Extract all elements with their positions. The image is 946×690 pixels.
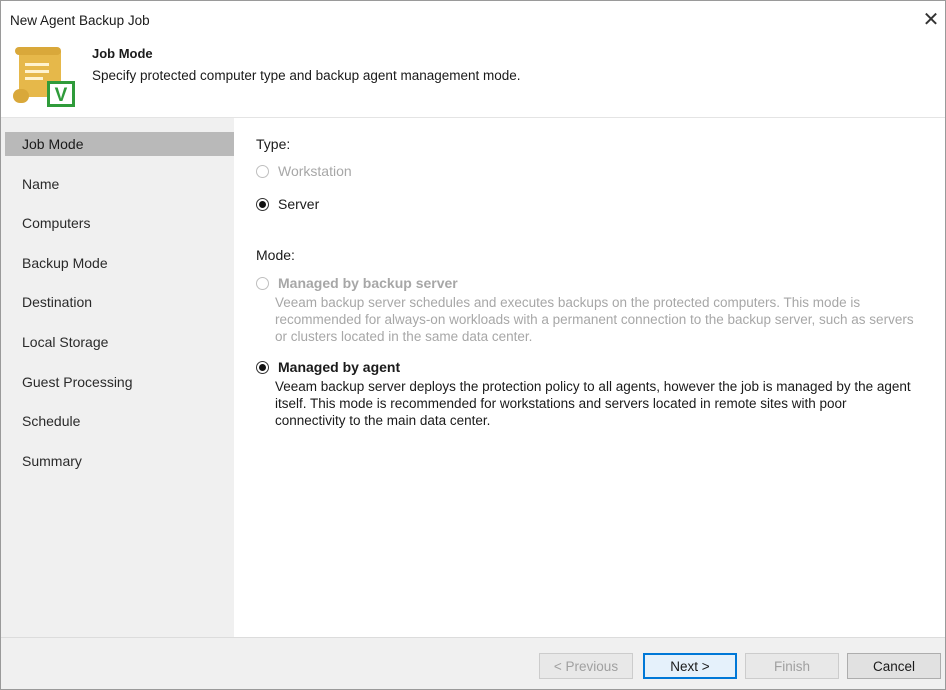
sidebar-item-backup-mode[interactable]: Backup Mode: [5, 251, 234, 275]
sidebar-item-job-mode[interactable]: Job Mode: [5, 132, 234, 156]
wizard-content: Type: Workstation Server Mode: Managed b…: [234, 117, 945, 637]
wizard-header: V Job Mode Specify protected computer ty…: [1, 41, 945, 117]
sidebar-item-schedule[interactable]: Schedule: [5, 409, 234, 433]
previous-button[interactable]: < Previous: [539, 653, 633, 679]
type-label: Type:: [256, 136, 291, 152]
finish-button[interactable]: Finish: [745, 653, 839, 679]
managed-by-agent-label: Managed by agent: [278, 359, 401, 375]
sidebar-item-summary[interactable]: Summary: [5, 449, 234, 473]
managed-by-server-radio-option[interactable]: Managed by backup server: [256, 275, 458, 291]
mode-label: Mode:: [256, 247, 295, 263]
close-icon[interactable]: ✕: [919, 7, 943, 31]
server-radio-option[interactable]: Server: [256, 196, 319, 212]
managed-by-agent-radio[interactable]: [256, 360, 269, 374]
title-bar: New Agent Backup Job ✕: [1, 1, 945, 41]
workstation-label: Workstation: [278, 163, 352, 179]
sidebar-item-guest-processing[interactable]: Guest Processing: [5, 370, 234, 394]
workstation-radio[interactable]: [256, 164, 269, 178]
wizard-footer: < Previous Next > Finish Cancel: [1, 637, 945, 689]
server-label: Server: [278, 196, 320, 212]
managed-by-server-label: Managed by backup server: [278, 275, 458, 291]
page-description: Specify protected computer type and back…: [92, 68, 521, 83]
sidebar-item-name[interactable]: Name: [5, 172, 234, 196]
page-title: Job Mode: [92, 46, 153, 61]
sidebar-item-computers[interactable]: Computers: [5, 211, 234, 235]
next-button[interactable]: Next >: [643, 653, 737, 679]
managed-by-server-description: Veeam backup server schedules and execut…: [275, 295, 914, 344]
wizard-window: New Agent Backup Job ✕ V Job Mode Specif…: [0, 0, 946, 690]
wizard-steps-sidebar: Job Mode Name Computers Backup Mode Dest…: [1, 117, 234, 637]
window-title: New Agent Backup Job: [10, 13, 150, 28]
managed-by-agent-radio-option[interactable]: Managed by agent: [256, 359, 400, 375]
scroll-checkmark-icon: V: [13, 47, 75, 107]
logo-letter: V: [55, 85, 68, 106]
workstation-radio-option[interactable]: Workstation: [256, 163, 352, 179]
managed-by-agent-description: Veeam backup server deploys the protecti…: [275, 379, 911, 428]
sidebar-item-local-storage[interactable]: Local Storage: [5, 330, 234, 354]
sidebar-item-destination[interactable]: Destination: [5, 290, 234, 314]
cancel-button[interactable]: Cancel: [847, 653, 941, 679]
server-radio[interactable]: [256, 197, 269, 211]
managed-by-server-radio[interactable]: [256, 276, 269, 290]
